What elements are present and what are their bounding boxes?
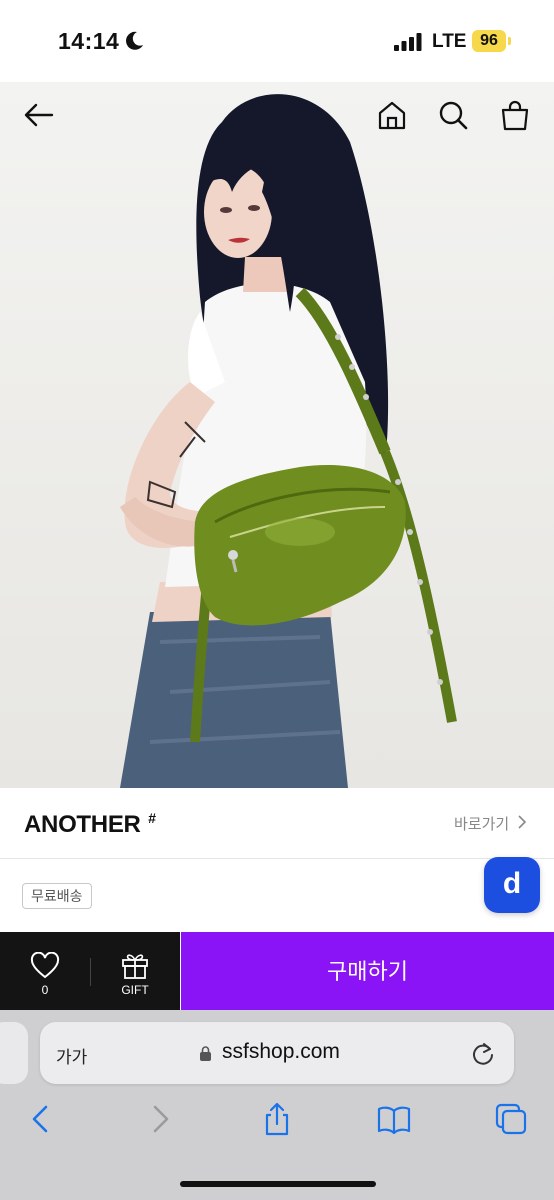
back-icon[interactable] <box>24 1102 58 1136</box>
free-shipping-badge: 무료배송 <box>22 883 92 909</box>
buy-button[interactable]: 구매하기 <box>181 932 554 1010</box>
shopping-bag-icon[interactable] <box>498 98 532 132</box>
product-image[interactable] <box>0 82 554 788</box>
url-text[interactable]: ssfshop.com <box>222 1040 340 1064</box>
moon-icon <box>126 31 143 50</box>
app-floating-button[interactable]: d <box>484 857 540 913</box>
brand-shortcut-link[interactable]: 바로가기 <box>454 813 509 834</box>
chevron-right-icon <box>518 815 527 829</box>
gift-icon[interactable] <box>120 950 150 980</box>
bookmarks-icon[interactable] <box>377 1102 411 1136</box>
model-with-bag-illustration <box>120 94 457 788</box>
signal-icon <box>394 33 422 51</box>
wish-count: 0 <box>41 983 49 997</box>
tabs-icon[interactable] <box>494 1102 528 1136</box>
battery-indicator: 96 <box>472 30 506 52</box>
home-icon[interactable] <box>375 98 409 132</box>
battery-tip <box>508 37 511 45</box>
share-icon[interactable] <box>260 1102 294 1136</box>
lock-icon <box>200 1046 211 1061</box>
reload-icon[interactable] <box>470 1041 496 1067</box>
gift-label: GIFT <box>121 983 149 997</box>
text-size-button[interactable]: 가가 <box>56 1043 87 1068</box>
brand-mark: # <box>148 810 156 826</box>
brand-name[interactable]: ANOTHER <box>24 811 141 839</box>
divider <box>90 958 91 986</box>
home-indicator <box>180 1181 376 1187</box>
previous-tab-card[interactable] <box>0 1022 28 1084</box>
app-logo-letter: d <box>502 867 522 900</box>
heart-icon[interactable] <box>30 952 60 980</box>
status-time: 14:14 <box>58 28 120 54</box>
search-icon[interactable] <box>436 98 470 132</box>
network-label: LTE <box>432 31 467 52</box>
back-arrow-icon[interactable] <box>22 98 56 132</box>
forward-icon[interactable] <box>143 1102 177 1136</box>
